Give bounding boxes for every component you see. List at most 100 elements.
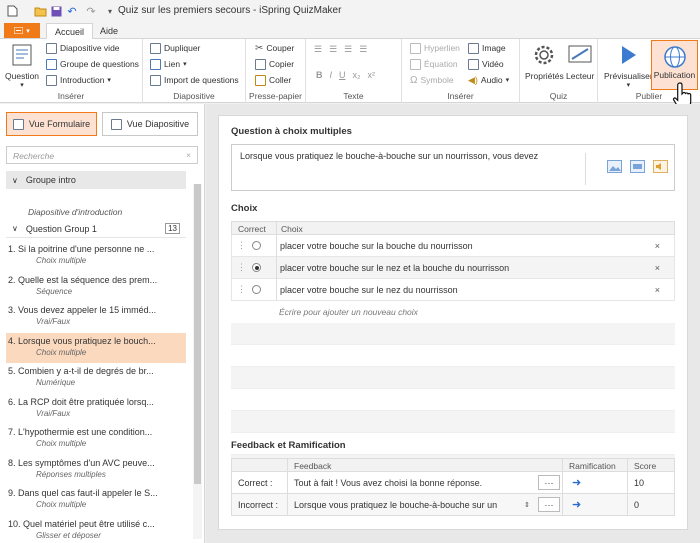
correct-radio[interactable] (252, 285, 261, 294)
scrollbar-thumb[interactable] (194, 184, 201, 484)
customize-dropdown-icon[interactable]: ▾ (103, 4, 117, 18)
equation-icon (410, 58, 421, 70)
question-list-item[interactable]: 4. Lorsque vous pratiquez le bouch... Cho… (6, 332, 186, 363)
group-label-quiz: Quiz (549, 91, 568, 101)
indent-decrease-icon[interactable]: ☰ (344, 44, 352, 55)
clear-search-icon[interactable]: × (186, 150, 191, 160)
video-button[interactable]: Vidéo (468, 57, 504, 71)
question-list-item[interactable]: 3. Vous devez appeler le 15 imméd... Vrai… (6, 302, 186, 332)
feedback-row-incorrect: Incorrect : Lorsque vous pratiquez le bo… (231, 494, 675, 516)
equation-button[interactable]: Équation (410, 57, 458, 71)
empty-slide-button[interactable]: Diapositive vide (46, 41, 120, 55)
properties-button[interactable]: Propriétés (525, 42, 564, 81)
insert-image-icon[interactable] (607, 159, 622, 174)
bold-button[interactable]: B (316, 70, 323, 80)
superscript-button[interactable]: x² (368, 70, 376, 80)
question-list-item[interactable]: 8. Les symptômes d'un AVC peuve... Répons… (6, 455, 186, 485)
open-folder-icon[interactable] (33, 4, 47, 18)
undo-icon[interactable]: ↶ (65, 4, 79, 18)
question-list-item[interactable]: 2. Quelle est la séquence des prem... Séq… (6, 272, 186, 302)
indent-increase-icon[interactable]: ☰ (359, 44, 367, 55)
ribbon-group-quiz: Propriétés Lecteur Quiz (520, 39, 598, 103)
chevron-down-icon: ▾ (505, 77, 510, 84)
feedback-table: Feedback Ramification Score Correct : To… (231, 458, 675, 516)
file-menu-button[interactable]: ▾ (4, 23, 40, 38)
cut-button[interactable]: ✂ Couper (255, 41, 294, 55)
save-icon[interactable] (49, 4, 63, 18)
correct-radio[interactable] (252, 263, 261, 272)
list-buttons: ☰ ☰ ☰ ☰ (314, 44, 367, 55)
choice-text[interactable]: placer votre bouche sur le nez du nourri… (280, 285, 458, 295)
drag-handle-icon[interactable]: ⋮ (237, 284, 246, 295)
image-button[interactable]: Image (468, 41, 506, 55)
spin-icon[interactable]: ⇕ (524, 494, 530, 515)
question-text-field[interactable]: Lorsque vous pratiquez le bouche-à-bouch… (231, 144, 675, 191)
delete-choice-icon[interactable]: × (655, 263, 660, 273)
group-intro-row[interactable]: ∨ Groupe intro (6, 171, 186, 189)
bullet-list-icon[interactable]: ☰ (314, 44, 322, 55)
new-file-icon[interactable] (5, 4, 19, 18)
form-view-button[interactable]: Vue Formulaire (6, 112, 97, 136)
video-icon (468, 58, 479, 70)
chevron-down-icon: ▾ (107, 77, 111, 84)
question-group-row[interactable]: ∨ Question Group 1 13 (6, 220, 186, 238)
correct-radio[interactable] (252, 241, 261, 250)
choice-text[interactable]: placer votre bouche sur le nez et la bou… (280, 263, 509, 273)
paste-button[interactable]: Coller (255, 73, 291, 87)
introduction-button[interactable]: Introduction ▾ (46, 73, 111, 87)
chevron-down-icon[interactable]: ∨ (12, 224, 18, 233)
question-list-item[interactable]: 9. Dans quel cas faut-il appeler le S...… (6, 485, 186, 515)
correct-score-field[interactable]: 10 (634, 472, 644, 493)
drag-handle-icon[interactable]: ⋮ (237, 262, 246, 273)
correct-feedback-field[interactable]: Tout à fait ! Vous avez choisi la bonne … (294, 472, 482, 493)
branch-arrow-icon[interactable]: ➜ (572, 494, 581, 515)
symbol-button[interactable]: Ω Symbole (410, 73, 454, 87)
link-button[interactable]: Lien ▾ (150, 57, 187, 71)
intro-slide-item[interactable]: Diapositive d'introduction (28, 207, 122, 217)
insert-audio-icon[interactable] (653, 159, 668, 174)
numbered-list-icon[interactable]: ☰ (329, 44, 337, 55)
duplicate-button[interactable]: Dupliquer (150, 41, 200, 55)
question-list-item[interactable]: 5. Combien y a-t-il de degrés de br... Nu… (6, 363, 186, 393)
search-input[interactable]: Recherche × (6, 146, 198, 164)
copy-button[interactable]: Copier (255, 57, 294, 71)
branch-arrow-icon[interactable]: ➜ (572, 472, 581, 493)
delete-choice-icon[interactable]: × (655, 241, 660, 251)
question-group-button[interactable]: Groupe de questions (46, 57, 139, 71)
copy-icon (255, 58, 266, 70)
underline-button[interactable]: U (339, 70, 346, 80)
chevron-down-icon: ▾ (183, 61, 187, 68)
player-button[interactable]: Lecteur (566, 42, 594, 81)
play-icon (615, 42, 641, 68)
add-choice-row[interactable]: Écrire pour ajouter un nouveau choix (231, 301, 675, 323)
question-button[interactable]: Question ▾ (5, 42, 39, 89)
question-list-item[interactable]: 1. Si la poitrine d'une personne ne ... C… (6, 241, 186, 271)
drag-handle-icon[interactable]: ⋮ (237, 240, 246, 251)
incorrect-score-field[interactable]: 0 (634, 494, 639, 515)
question-type: Réponses multiples (36, 469, 106, 479)
italic-button[interactable]: I (330, 70, 333, 80)
subscript-button[interactable]: x₂ (353, 70, 361, 80)
incorrect-feedback-field[interactable]: Lorsque vous pratiquez le bouche-à-bouch… (294, 494, 497, 515)
choice-text[interactable]: placer votre bouche sur la bouche du nou… (280, 241, 473, 251)
window-title: Quiz sur les premiers secours - iSpring … (118, 5, 342, 16)
audio-button[interactable]: ◀) Audio ▾ (468, 73, 509, 87)
question-type: Choix multiple (36, 256, 87, 265)
group-label-clipboard: Presse-papier (249, 91, 302, 101)
insert-video-icon[interactable] (630, 159, 645, 174)
incorrect-feedback-more-button[interactable]: ··· (538, 497, 560, 512)
correct-feedback-more-button[interactable]: ··· (538, 475, 560, 490)
tab-help[interactable]: Aide (92, 23, 126, 39)
ribbon-tab-bar: ▾ Accueil Aide (0, 22, 700, 39)
delete-choice-icon[interactable]: × (655, 285, 660, 295)
question-list-item[interactable]: 6. La RCP doit être pratiquée lorsq... Vr… (6, 394, 186, 424)
redo-icon[interactable]: ↷ (84, 4, 98, 18)
slide-view-button[interactable]: Vue Diapositive (102, 112, 198, 136)
question-list-item[interactable]: 7. L'hypothermie est une condition... Cho… (6, 424, 186, 454)
chevron-down-icon[interactable]: ∨ (12, 176, 18, 185)
tab-home[interactable]: Accueil (46, 23, 94, 39)
hyperlink-button[interactable]: Hyperlien (410, 41, 460, 55)
question-list-item[interactable]: 10. Quel matériel peut être utilisé c...… (6, 516, 186, 543)
preview-button[interactable]: Prévisualiser ▾ (604, 42, 653, 89)
import-questions-button[interactable]: Import de questions (150, 73, 239, 87)
